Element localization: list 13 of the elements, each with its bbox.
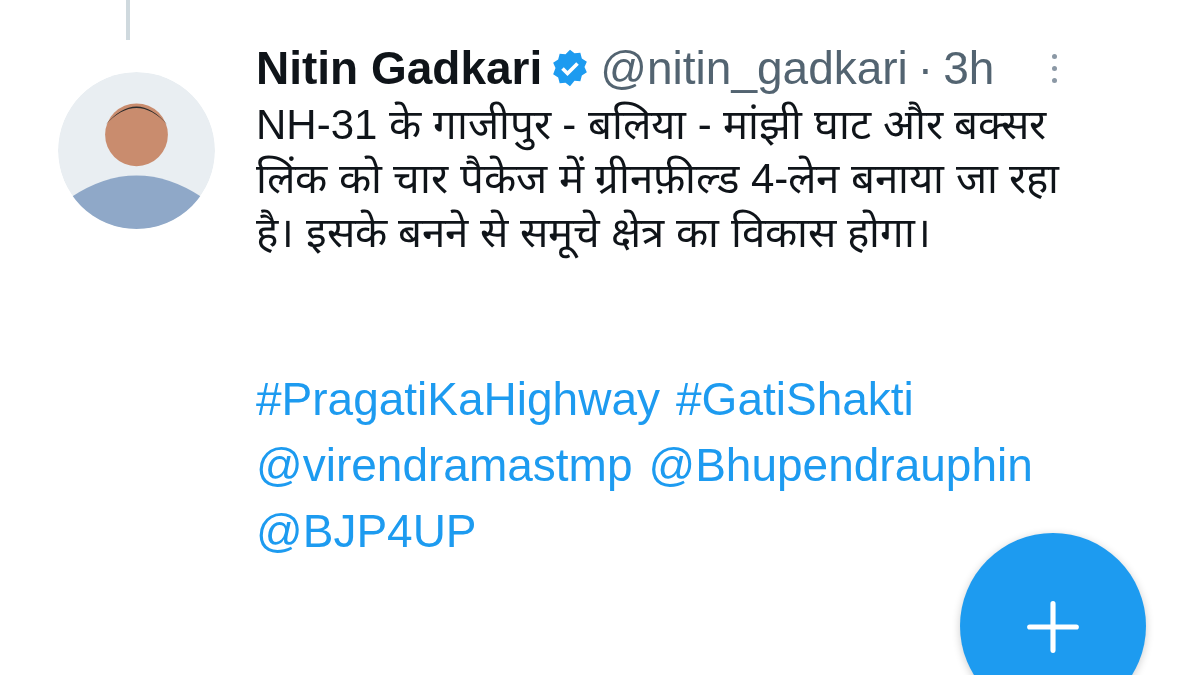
compose-button[interactable] [960, 533, 1146, 675]
tweet-text: NH-31 के गाजीपुर - बलिया - मांझी घाट और बक्सर लिंक को चार पैकेज में ग्रीनफ़ील्ड 4-लेन बनाया जा रहा है। इसके बनने से समूचे क्षेत्र का विकास होगा। [256, 98, 1086, 260]
tweet-link[interactable]: @BJP4UP [256, 498, 477, 564]
plus-icon [1025, 599, 1081, 655]
separator-dot: · [917, 41, 934, 95]
author-name[interactable]: Nitin Gadkari [256, 41, 543, 95]
tweet-link[interactable]: @Bhupendrauphin [648, 432, 1033, 498]
avatar[interactable] [58, 72, 215, 229]
tweet-link[interactable]: #GatiShakti [676, 366, 914, 432]
tweet-link[interactable]: #PragatiKaHighway [256, 366, 660, 432]
author-handle[interactable]: @nitin_gadkari [600, 41, 908, 95]
tweet-time[interactable]: 3h [943, 41, 995, 95]
tweet-link[interactable]: @virendramastmp [256, 432, 633, 498]
